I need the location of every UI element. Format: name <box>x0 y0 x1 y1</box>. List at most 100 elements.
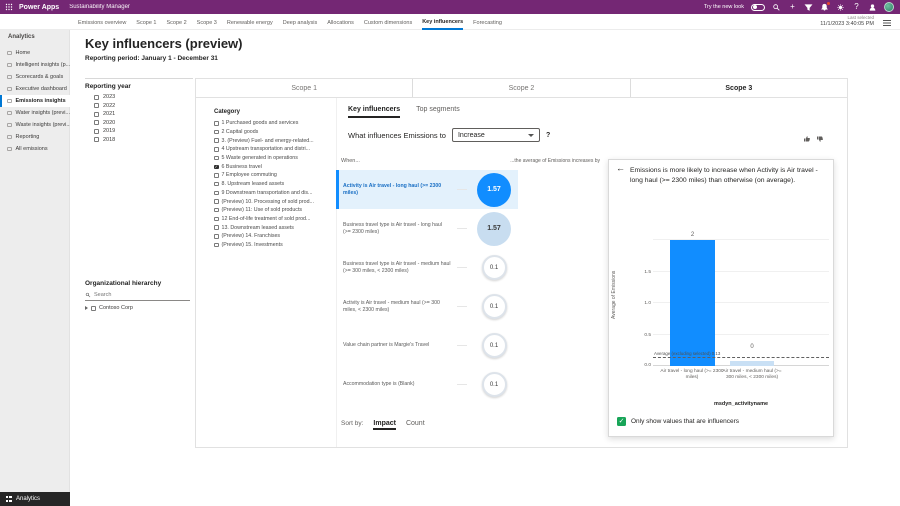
influencer-row-travel-type-medium-haul[interactable]: Business travel type is Air travel - med… <box>336 248 518 287</box>
scope-1-section-tab[interactable]: Scope 1 <box>196 79 412 97</box>
help-icon[interactable]: ? <box>852 3 861 12</box>
area-switcher[interactable]: Analytics <box>0 492 70 506</box>
bar-long-haul[interactable] <box>670 240 715 366</box>
scope-tab-strip: Scope 1 Scope 2 Scope 3 <box>196 79 847 98</box>
sidebar-item-scorecards-goals[interactable]: Scorecards & goals <box>0 71 70 83</box>
category-item[interactable]: 5 Waste generated in operations <box>214 154 336 163</box>
sidebar-item-label: All emissions <box>16 146 48 152</box>
tab-forecasting[interactable]: Forecasting <box>473 16 502 29</box>
year-row-2021[interactable]: 2021 <box>94 110 115 119</box>
checkbox-icon[interactable] <box>617 417 626 426</box>
category-item[interactable]: 4 Upstream transportation and distri... <box>214 145 336 154</box>
emissions-icon <box>7 99 12 104</box>
bar-medium-haul[interactable] <box>730 361 774 366</box>
influencer-bubble[interactable]: 1.57 <box>477 212 511 246</box>
category-item[interactable]: 12 End-of-life treatment of sold prod... <box>214 215 336 224</box>
influencer-row-activity-medium-haul[interactable]: Activity is Air travel - medium haul (>=… <box>336 287 518 326</box>
scope-3-section-tab[interactable]: Scope 3 <box>630 79 847 97</box>
tab-scope-3[interactable]: Scope 3 <box>197 16 217 29</box>
category-item[interactable]: (Preview) 11: Use of sold products <box>214 206 336 215</box>
year-row-2019[interactable]: 2019 <box>94 127 115 136</box>
notifications-bell-icon[interactable] <box>820 3 829 12</box>
top-segments-tab[interactable]: Top segments <box>416 106 460 118</box>
sidebar-item-water-insights[interactable]: Water insights (previ... <box>0 107 70 119</box>
sidebar-item-home[interactable]: Home <box>0 47 70 59</box>
tab-key-influencers[interactable]: Key influencers <box>422 15 463 30</box>
tab-allocations[interactable]: Allocations <box>327 16 354 29</box>
influencer-bubble[interactable]: 0.1 <box>482 255 507 280</box>
year-row-2020[interactable]: 2020 <box>94 119 115 128</box>
avatar[interactable] <box>884 2 894 12</box>
category-item[interactable]: 1 Purchased goods and services <box>214 119 336 128</box>
search-icon[interactable] <box>772 3 781 12</box>
category-item[interactable]: 8. Upstream leased assets <box>214 180 336 189</box>
dropdown-value: Increase <box>458 132 485 139</box>
category-item[interactable]: 2 Capital goods <box>214 128 336 137</box>
sidebar-item-waste-insights[interactable]: Waste insights (previ... <box>0 119 70 131</box>
tab-emissions-overview[interactable]: Emissions overview <box>78 16 126 29</box>
influencer-bubble[interactable]: 1.57 <box>477 173 511 207</box>
org-search-input[interactable] <box>94 292 184 298</box>
sidebar-item-reporting[interactable]: Reporting <box>0 131 70 143</box>
tab-deep-analysis[interactable]: Deep analysis <box>283 16 318 29</box>
influencer-row-activity-long-haul[interactable]: Activity is Air travel - long haul (>= 2… <box>336 170 518 209</box>
tab-custom-dimensions[interactable]: Custom dimensions <box>364 16 412 29</box>
influencer-bubble[interactable]: 0.1 <box>482 294 507 319</box>
influencer-row-value-chain-partner[interactable]: Value chain partner is Margie's Travel 0… <box>336 326 518 365</box>
category-item[interactable]: 7 Employee commuting <box>214 171 336 180</box>
thumbs-up-icon[interactable] <box>803 135 811 143</box>
org-tree-item[interactable]: Contoso Corp <box>85 305 133 311</box>
last-selected-block: Last selected 11/1/2023 3:40:05 PM <box>820 15 874 27</box>
sidebar-item-emissions-insights[interactable]: Emissions insights <box>0 95 70 107</box>
tab-renewable-energy[interactable]: Renewable energy <box>227 16 273 29</box>
add-icon[interactable]: + <box>788 3 797 12</box>
scope-2-section-tab[interactable]: Scope 2 <box>412 79 629 97</box>
category-item-business-travel[interactable]: 6 Business travel <box>214 162 336 171</box>
y-axis-title: Average of Emissions <box>611 230 617 360</box>
sidebar-item-label: Scorecards & goals <box>16 74 64 80</box>
filter-icon[interactable] <box>804 3 813 12</box>
sidebar-item-intelligent-insights[interactable]: Intelligent insights (p... <box>0 59 70 71</box>
org-search[interactable] <box>85 290 190 301</box>
connector-line <box>457 306 467 307</box>
tab-scope-1[interactable]: Scope 1 <box>136 16 156 29</box>
help-question-icon[interactable]: ? <box>546 132 550 139</box>
sort-impact-option[interactable]: Impact <box>373 420 396 430</box>
year-row-2022[interactable]: 2022 <box>94 102 115 111</box>
sidebar-item-all-emissions[interactable]: All emissions <box>0 143 70 155</box>
page-menu-icon[interactable] <box>883 20 891 21</box>
person-icon[interactable] <box>868 3 877 12</box>
app-name[interactable]: Power Apps <box>19 4 59 11</box>
checkbox-icon[interactable] <box>91 306 96 311</box>
category-item[interactable]: 3. (Preview) Fuel- and energy-related... <box>214 136 336 145</box>
influencer-bubble[interactable]: 0.1 <box>482 372 507 397</box>
influencer-row-travel-type-long-haul[interactable]: Business travel type is Air travel - lon… <box>336 209 518 248</box>
y-tick-label: 0.5 <box>639 333 651 338</box>
category-item[interactable]: (Preview) 15. Investments <box>214 241 336 250</box>
waffle-icon[interactable] <box>5 3 13 11</box>
category-item-label: (Preview) 10. Processing of sold prod... <box>222 199 314 205</box>
checkbox-icon <box>94 103 99 108</box>
category-item[interactable]: 13. Downstream leased assets <box>214 223 336 232</box>
back-arrow-icon[interactable]: ← <box>616 164 625 173</box>
page-tab-bar: Emissions overview Scope 1 Scope 2 Scope… <box>0 14 900 30</box>
year-label: 2018 <box>103 137 115 143</box>
category-item[interactable]: (Preview) 10. Processing of sold prod... <box>214 197 336 206</box>
year-row-2023[interactable]: 2023 <box>94 93 115 102</box>
new-look-toggle[interactable] <box>751 4 765 11</box>
thumbs-down-icon[interactable] <box>816 135 824 143</box>
metric-dropdown[interactable]: Increase <box>452 128 540 142</box>
influencer-bubble[interactable]: 0.1 <box>482 333 507 358</box>
year-row-2018[interactable]: 2018 <box>94 136 115 145</box>
category-item[interactable]: 9 Downstream transportation and dis... <box>214 189 336 198</box>
sidebar-group-label: Analytics <box>8 34 35 40</box>
key-influencers-tab[interactable]: Key influencers <box>348 106 400 118</box>
sidebar-item-executive-dashboard[interactable]: Executive dashboard <box>0 83 70 95</box>
only-influencers-row[interactable]: Only show values that are influencers <box>617 417 739 426</box>
category-item[interactable]: (Preview) 14. Franchises <box>214 232 336 241</box>
sort-count-option[interactable]: Count <box>406 420 425 427</box>
tab-scope-2[interactable]: Scope 2 <box>166 16 186 29</box>
settings-gear-icon[interactable] <box>836 3 845 12</box>
chevron-right-icon[interactable] <box>85 306 88 310</box>
influencer-row-accommodation-type[interactable]: Accommodation type is (Blank) 0.1 <box>336 365 518 404</box>
